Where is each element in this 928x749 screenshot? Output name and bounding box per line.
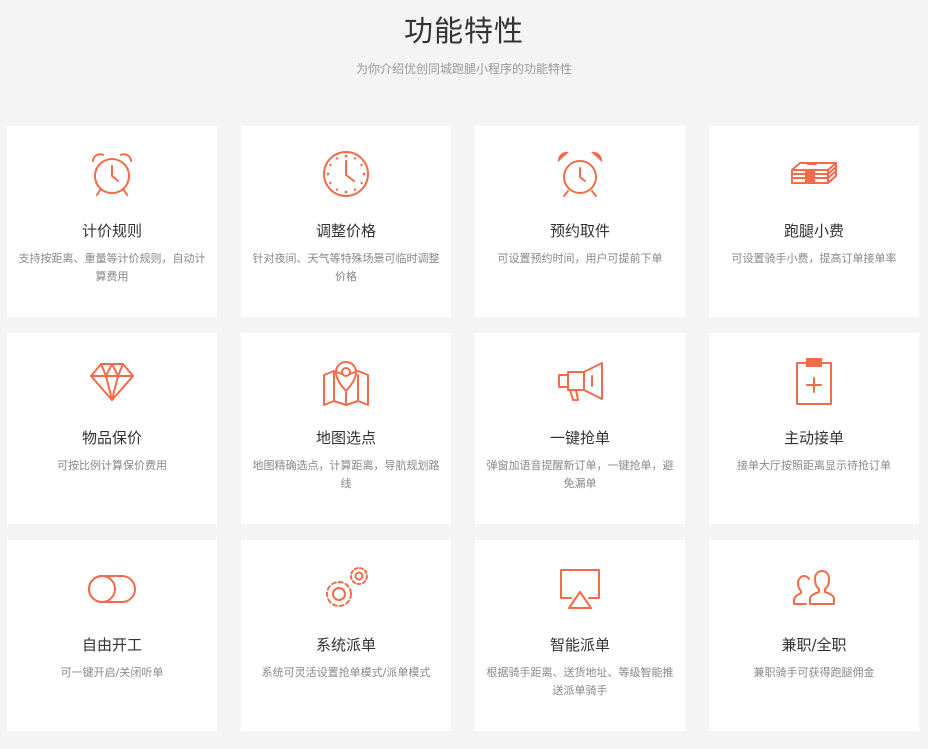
feature-title: 一键抢单 — [549, 429, 610, 447]
feature-description: 弹窗加语音提醒新订单，一键抢单，避免漏单 — [486, 459, 674, 490]
feature-title: 物品保价 — [81, 429, 142, 447]
feature-card-part-full-time[interactable]: 兼职/全职 兼职骑手可获得跑腿佣金 — [709, 540, 919, 731]
feature-description: 接单大厅按照距离显示待抢订单 — [737, 459, 891, 472]
clipboard-plus-icon — [788, 355, 840, 407]
feature-title: 自由开工 — [81, 636, 142, 654]
airplay-icon — [554, 562, 606, 614]
section-title: 功能特性 — [403, 14, 524, 48]
feature-description: 可按比例计算保价费用 — [57, 459, 167, 472]
feature-title: 系统派单 — [315, 636, 376, 654]
feature-card-one-click-grab[interactable]: 一键抢单 弹窗加语音提醒新订单，一键抢单，避免漏单 — [475, 333, 685, 524]
feature-title: 地图选点 — [315, 429, 376, 447]
map-pin-icon — [320, 355, 372, 407]
clock-icon — [320, 148, 372, 200]
toggle-icon — [86, 562, 138, 614]
diamond-icon — [86, 355, 138, 407]
money-stack-icon — [788, 148, 840, 200]
feature-description: 可设置骑手小费，提高订单接单率 — [731, 252, 897, 265]
alarm-clock-icon — [86, 148, 138, 200]
feature-card-pricing-rules[interactable]: 计价规则 支持按距离、重量等计价规则，自动计算费用 — [7, 126, 217, 317]
feature-card-smart-dispatch[interactable]: 智能派单 根据骑手距离、送货地址、等级智能推送派单骑手 — [475, 540, 685, 731]
feature-card-system-dispatch[interactable]: 系统派单 系统可灵活设置抢单模式/派单模式 — [241, 540, 451, 731]
section-subtitle: 为你介绍优创同城跑腿小程序的功能特性 — [355, 62, 572, 76]
feature-card-map-select[interactable]: 地图选点 地图精确选点，计算距离，导航规划路线 — [241, 333, 451, 524]
feature-description: 兼职骑手可获得跑腿佣金 — [753, 666, 875, 679]
feature-card-scheduled-pickup[interactable]: 预约取件 可设置预约时间，用户可提前下单 — [475, 126, 685, 317]
users-icon — [788, 562, 840, 614]
megaphone-icon — [554, 355, 606, 407]
feature-card-insurance[interactable]: 物品保价 可按比例计算保价费用 — [7, 333, 217, 524]
feature-description: 地图精确选点，计算距离，导航规划路线 — [252, 459, 440, 490]
feature-card-tip[interactable]: 跑腿小费 可设置骑手小费，提高订单接单率 — [709, 126, 919, 317]
feature-grid: 计价规则 支持按距离、重量等计价规则，自动计算费用 调整价格 针对夜间、天气等特… — [7, 126, 919, 731]
feature-card-adjust-price[interactable]: 调整价格 针对夜间、天气等特殊场景可临时调整价格 — [241, 126, 451, 317]
feature-description: 支持按距离、重量等计价规则，自动计算费用 — [18, 252, 206, 283]
gears-icon — [320, 562, 372, 614]
feature-title: 兼职/全职 — [781, 636, 847, 654]
feature-title: 智能派单 — [549, 636, 610, 654]
feature-description: 可一键开启/关闭听单 — [60, 666, 164, 679]
feature-card-free-start[interactable]: 自由开工 可一键开启/关闭听单 — [7, 540, 217, 731]
feature-description: 针对夜间、天气等特殊场景可临时调整价格 — [252, 252, 440, 283]
feature-title: 调整价格 — [315, 222, 376, 240]
feature-title: 预约取件 — [549, 222, 610, 240]
feature-description: 根据骑手距离、送货地址、等级智能推送派单骑手 — [486, 666, 674, 697]
feature-title: 计价规则 — [81, 222, 142, 240]
feature-description: 可设置预约时间，用户可提前下单 — [497, 252, 663, 265]
alarm-bell-icon — [554, 148, 606, 200]
feature-title: 主动接单 — [783, 429, 844, 447]
feature-title: 跑腿小费 — [783, 222, 844, 240]
feature-card-accept-order[interactable]: 主动接单 接单大厅按照距离显示待抢订单 — [709, 333, 919, 524]
feature-description: 系统可灵活设置抢单模式/派单模式 — [261, 666, 431, 679]
